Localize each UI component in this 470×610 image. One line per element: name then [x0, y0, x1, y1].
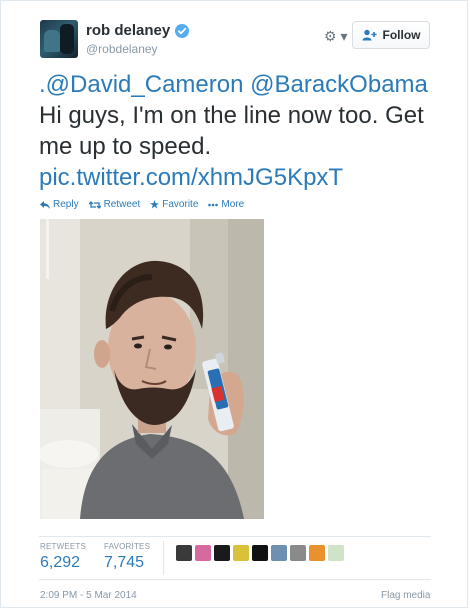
favoriter-avatar[interactable]	[252, 545, 268, 561]
retweet-icon	[88, 200, 101, 209]
favoriter-avatar[interactable]	[309, 545, 325, 561]
reply-icon	[40, 200, 50, 209]
star-icon	[150, 200, 160, 209]
retweets-count[interactable]: 6,292	[40, 554, 80, 572]
more-icon	[208, 203, 219, 206]
user-name[interactable]: rob delaney	[86, 22, 170, 39]
divider	[39, 536, 431, 537]
retweets-label: RETWEETS	[40, 542, 87, 551]
favoriter-avatar[interactable]	[195, 545, 211, 561]
tweet-actions: Reply Retweet Favorite More	[40, 199, 244, 210]
tweet-body: Hi guys, I'm on the line now too. Get me…	[39, 102, 424, 160]
favoriter-avatars	[176, 545, 344, 561]
favorite-label: Favorite	[162, 199, 199, 210]
mention-link[interactable]: @BarackObama	[250, 71, 428, 98]
favoriter-avatar[interactable]	[176, 545, 192, 561]
user-handle[interactable]: @robdelaney	[86, 42, 158, 56]
favorites-count[interactable]: 7,745	[104, 554, 144, 572]
divider	[163, 541, 164, 575]
favoriter-avatar[interactable]	[233, 545, 249, 561]
media-link[interactable]: pic.twitter.com/xhmJG5KpxT	[39, 164, 343, 191]
follow-button[interactable]: Follow	[352, 21, 430, 49]
favoriter-avatar[interactable]	[328, 545, 344, 561]
retweet-label: Retweet	[103, 199, 141, 210]
more-action[interactable]: More	[208, 199, 244, 210]
mention-link[interactable]: .@David_Cameron	[39, 71, 243, 98]
tweet-photo[interactable]	[40, 219, 264, 519]
gear-icon[interactable]: ⚙ ▾	[324, 28, 347, 45]
tweet-text: .@David_Cameron @BarackObama Hi guys, I'…	[39, 69, 439, 193]
favoriter-avatar[interactable]	[271, 545, 287, 561]
follow-label: Follow	[382, 28, 421, 42]
verified-badge-icon	[175, 24, 189, 38]
favorites-label: FAVORITES	[104, 542, 151, 551]
flag-media-link[interactable]: Flag media	[381, 590, 430, 601]
favoriter-avatar[interactable]	[290, 545, 306, 561]
avatar[interactable]	[40, 20, 78, 58]
reply-label: Reply	[53, 199, 79, 210]
add-user-icon	[362, 29, 376, 41]
more-label: More	[221, 199, 245, 210]
retweet-action[interactable]: Retweet	[88, 199, 141, 210]
favoriter-avatar[interactable]	[214, 545, 230, 561]
favorite-action[interactable]: Favorite	[150, 199, 198, 210]
reply-action[interactable]: Reply	[40, 199, 79, 210]
divider	[39, 579, 431, 580]
tweet-timestamp[interactable]: 2:09 PM - 5 Mar 2014	[40, 590, 137, 601]
